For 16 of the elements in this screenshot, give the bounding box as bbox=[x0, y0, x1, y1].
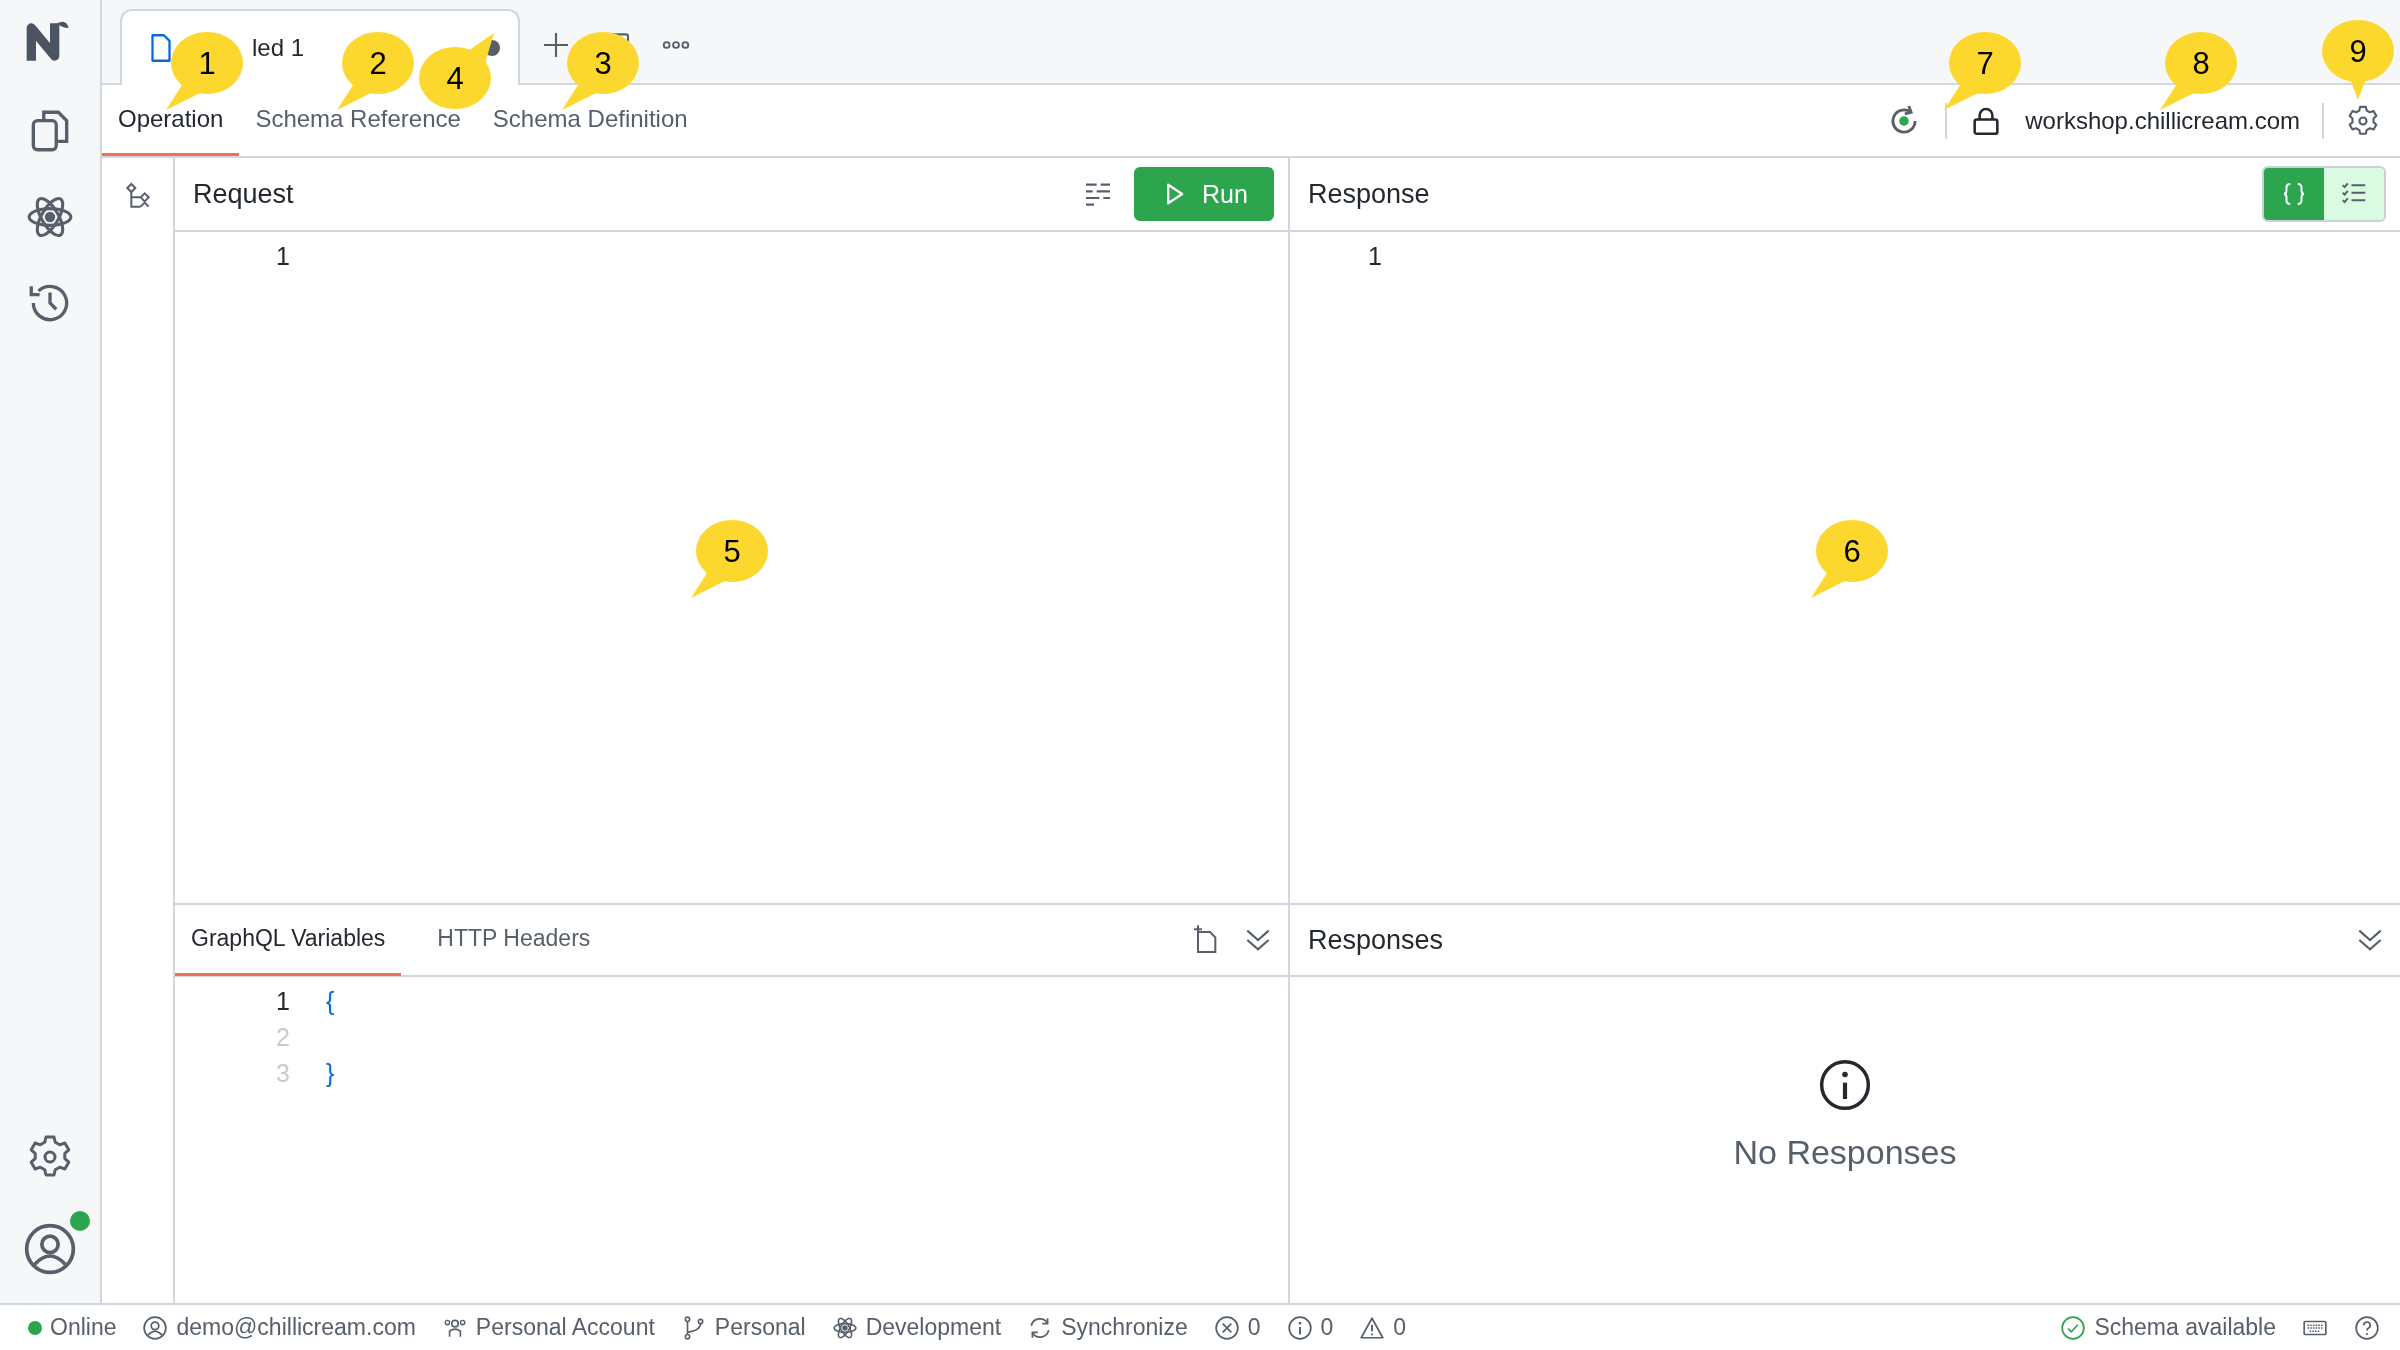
line-number: 3 bbox=[275, 1058, 290, 1088]
callout-tooltip: 9 bbox=[2321, 18, 2395, 102]
panel-title: Responses bbox=[1308, 924, 1445, 956]
code-text: { bbox=[326, 986, 335, 1016]
panel-title: Response bbox=[1308, 178, 1431, 210]
status-text: Online bbox=[50, 1314, 117, 1341]
callout-tooltip: 4 bbox=[418, 31, 496, 111]
line-number: 1 bbox=[1367, 241, 1382, 271]
code-text: } bbox=[326, 1058, 335, 1088]
line-number: 2 bbox=[275, 1022, 290, 1052]
status-text: Schema available bbox=[2094, 1314, 2276, 1341]
line-number: 1 bbox=[275, 986, 290, 1016]
tab-title: led 1 bbox=[252, 34, 305, 62]
line-number: 1 bbox=[275, 241, 290, 271]
panel-title: Request bbox=[193, 178, 295, 210]
empty-message: No Responses bbox=[1733, 1133, 1957, 1172]
